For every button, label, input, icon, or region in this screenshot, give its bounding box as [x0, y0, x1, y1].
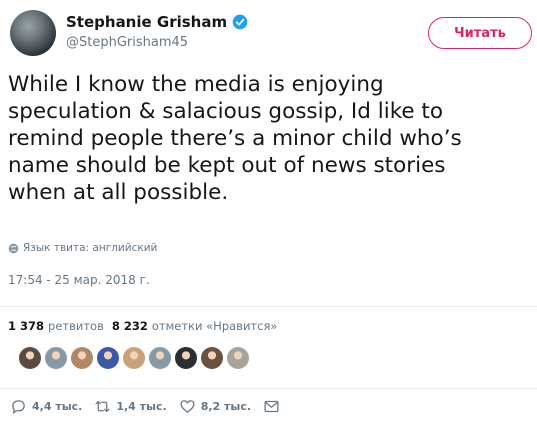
verified-badge-icon [232, 14, 248, 30]
divider [0, 388, 537, 389]
retweets-count: 1 378 [8, 319, 45, 333]
liker-avatar-9[interactable] [227, 347, 249, 369]
likers-avatars [19, 347, 249, 369]
like-button[interactable]: 8,2 тыс. [179, 398, 251, 415]
liker-avatar-8[interactable] [201, 347, 223, 369]
heart-icon [180, 400, 195, 413]
liker-avatar-5[interactable] [123, 347, 145, 369]
retweet-count: 1,4 тыс. [116, 400, 167, 413]
follow-button[interactable]: Читать [428, 17, 532, 49]
tweet-actions: 4,4 тыс. 1,4 тыс. 8,2 тыс. [10, 398, 292, 415]
reply-icon [12, 400, 25, 414]
liker-avatar-4[interactable] [97, 347, 119, 369]
retweet-button[interactable]: 1,4 тыс. [94, 398, 167, 415]
liker-avatar-7[interactable] [175, 347, 197, 369]
like-count: 8,2 тыс. [200, 400, 252, 413]
liker-avatar-2[interactable] [45, 347, 67, 369]
author-avatar[interactable] [10, 10, 56, 56]
likes-stat[interactable]: 8 232 отметки «Нравится» [112, 319, 278, 333]
globe-icon [8, 243, 19, 254]
reply-count: 4,4 тыс. [32, 400, 83, 413]
message-button[interactable] [263, 398, 280, 415]
author-name-row[interactable]: Stephanie Grisham [66, 13, 248, 31]
likes-label: отметки «Нравится» [151, 319, 278, 333]
divider [0, 306, 537, 307]
liker-avatar-6[interactable] [149, 347, 171, 369]
envelope-icon [264, 400, 279, 413]
liker-avatar-3[interactable] [71, 347, 93, 369]
liker-avatar-1[interactable] [19, 347, 41, 369]
tweet-text: While I know the media is enjoying specu… [8, 72, 462, 205]
retweet-icon [95, 400, 110, 413]
reply-button[interactable]: 4,4 тыс. [10, 398, 82, 415]
tweet-language: Язык твита: английский [8, 242, 157, 254]
tweet-timestamp[interactable]: 17:54 - 25 мар. 2018 г. [8, 273, 150, 287]
author-name[interactable]: Stephanie Grisham [66, 13, 227, 31]
likes-count: 8 232 [111, 319, 148, 333]
tweet-stats: 1 378 ретвитов 8 232 отметки «Нравится» [8, 319, 277, 333]
tweet-language-text: Язык твита: английский [23, 242, 158, 254]
retweets-label: ретвитов [48, 319, 104, 333]
retweets-stat[interactable]: 1 378 ретвитов [8, 319, 104, 333]
author-handle[interactable]: @StephGrisham45 [66, 35, 188, 50]
